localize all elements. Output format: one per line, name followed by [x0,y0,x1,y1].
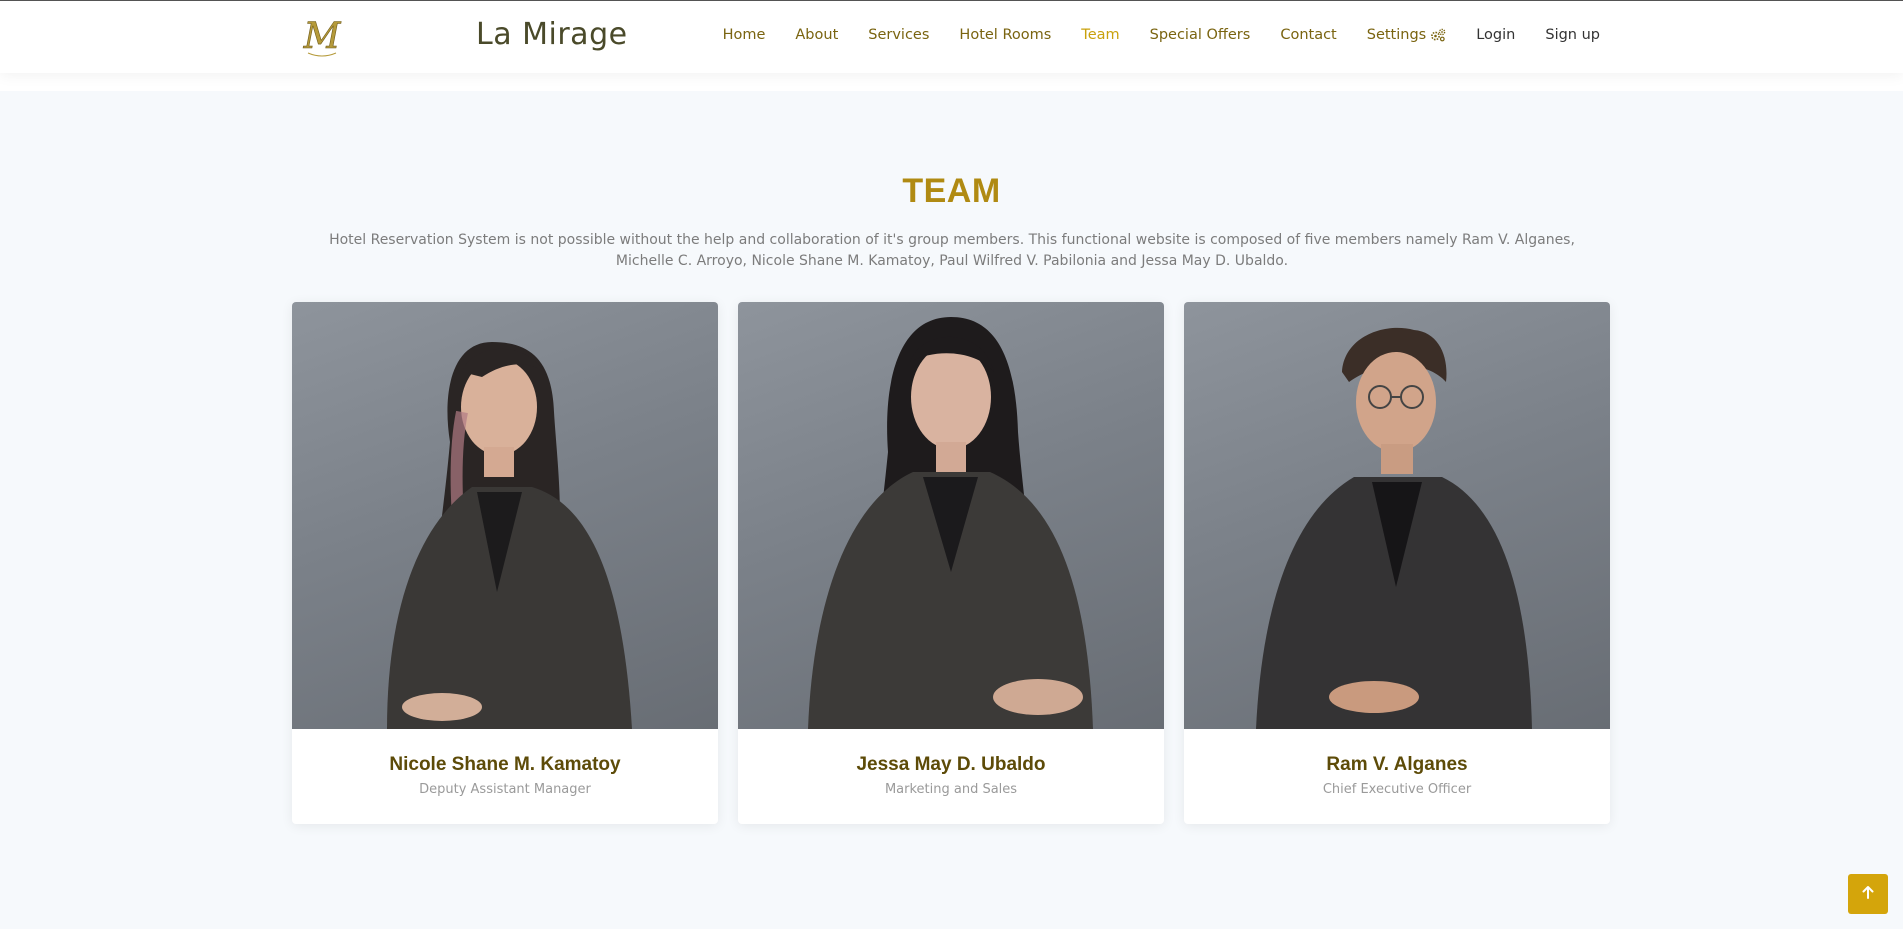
nav-signup-label: Sign up [1545,27,1600,43]
card-body: Nicole Shane M. Kamatoy Deputy Assistant… [292,729,718,824]
section-description: Hotel Reservation System is not possible… [329,232,1575,269]
nav-signup[interactable]: Sign up [1545,27,1600,43]
nav-special-offers[interactable]: Special Offers [1150,27,1251,43]
member-name: Ram V. Alganes [1326,754,1468,775]
nav-about-label: About [795,27,839,43]
nav-settings-label: Settings [1366,27,1427,43]
team-card: Ram V. Alganes Chief Executive Officer [1184,302,1610,824]
member-photo [292,302,718,729]
member-name: Nicole Shane M. Kamatoy [389,754,621,775]
nav-login[interactable]: Login [1476,27,1515,43]
team-section: TEAM Hotel Reservation System is not pos… [0,91,1903,929]
main-nav: Home About Services Hotel Rooms Team Spe… [693,27,1600,43]
arrow-up-icon [1860,884,1876,905]
team-card: Nicole Shane M. Kamatoy Deputy Assistant… [292,302,718,824]
card-body: Jessa May D. Ubaldo Marketing and Sales [738,729,1164,824]
nav-home[interactable]: Home [723,27,766,43]
member-role: Deputy Assistant Manager [419,782,591,797]
member-role: Marketing and Sales [884,782,1018,797]
member-role: Chief Executive Officer [1322,782,1472,797]
back-to-top-button[interactable] [1848,874,1888,914]
team-cards: Nicole Shane M. Kamatoy Deputy Assistant… [292,302,1612,824]
nav-home-label: Home [722,27,766,43]
nav-login-label: Login [1476,27,1516,43]
nav-hotel-rooms[interactable]: Hotel Rooms [959,27,1051,43]
nav-team[interactable]: Team [1081,27,1119,43]
member-name: Jessa May D. Ubaldo [856,754,1046,775]
nav-contact[interactable]: Contact [1280,27,1336,43]
card-body: Ram V. Alganes Chief Executive Officer [1184,729,1610,824]
navbar: M La Mirage Home About Services Hotel Ro… [0,1,1903,73]
nav-hotel-rooms-label: Hotel Rooms [959,27,1052,43]
member-photo [1184,302,1610,729]
nav-special-offers-label: Special Offers [1149,27,1251,43]
nav-services-label: Services [868,27,930,43]
nav-team-label: Team [1081,27,1120,43]
team-card: Jessa May D. Ubaldo Marketing and Sales [738,302,1164,824]
logo-icon[interactable]: M [302,15,342,59]
section-title: TEAM [902,172,1001,210]
member-photo [738,302,1164,729]
nav-settings[interactable]: Settings [1367,27,1446,43]
brand-name[interactable]: La Mirage [476,17,628,52]
nav-contact-label: Contact [1280,27,1337,43]
nav-services[interactable]: Services [868,27,929,43]
svg-text:M: M [303,16,342,57]
gears-icon [1430,28,1446,42]
nav-about[interactable]: About [795,27,838,43]
